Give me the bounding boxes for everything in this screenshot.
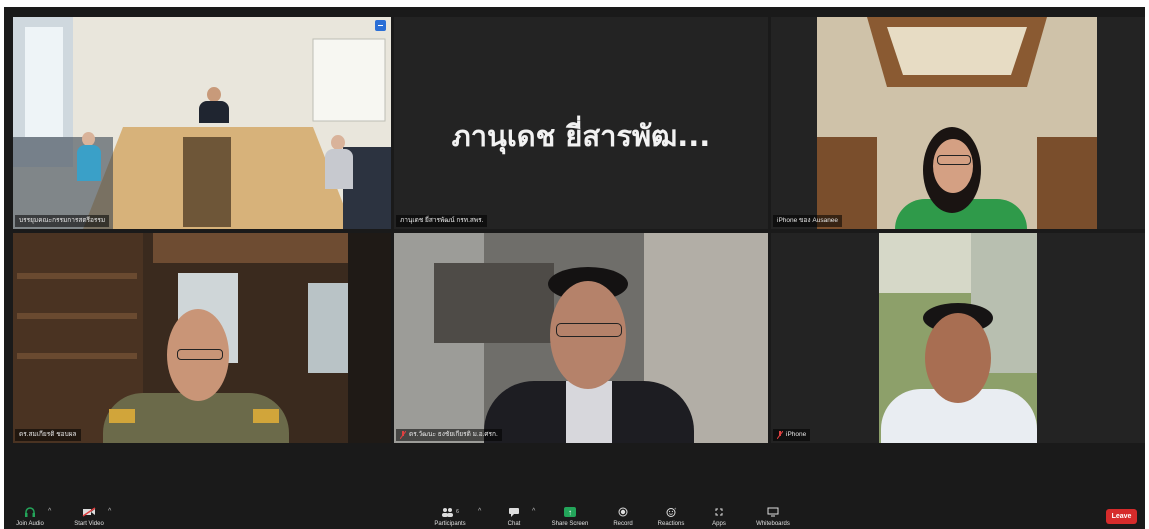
video-tile-name-only[interactable]: ภานุเดช ยี่สารพัฒ... ภานุเดช ยี่สารพัฒน์… (394, 17, 768, 229)
leave-button[interactable]: Leave (1106, 509, 1137, 524)
participant-name-label: ภานุเดช ยี่สารพัฒน์ กรท.สพร. (396, 215, 488, 227)
audio-options-caret-icon[interactable]: ^ (48, 508, 51, 515)
apps-icon (715, 508, 723, 516)
whiteboard-icon (767, 507, 779, 517)
mic-muted-icon (400, 431, 406, 439)
meeting-room-video (13, 17, 391, 229)
participants-icon (442, 508, 454, 517)
participants-count: 6 (456, 509, 459, 515)
join-audio-button[interactable]: Join Audio (4, 505, 60, 529)
tile-options-button[interactable] (375, 20, 386, 31)
apps-button[interactable]: Apps (689, 505, 749, 529)
chat-caret-icon[interactable]: ^ (532, 508, 535, 515)
meeting-toolbar: Join Audio ^ Start Video ^ 6 Participant… (4, 501, 1145, 529)
participant-name-label: iPhone ของ Ausanee (773, 215, 843, 227)
headphones-icon (25, 507, 35, 517)
video-tile-meeting-room[interactable]: บรรยุมคณะกรรมการสตรีอรรม (13, 17, 391, 229)
whiteboards-button[interactable]: Whiteboards (743, 505, 803, 529)
participants-caret-icon[interactable]: ^ (478, 508, 481, 515)
reactions-icon: + (666, 507, 677, 517)
svg-text:+: + (674, 507, 677, 511)
video-tile-officer[interactable]: ดร.สมเกียรติ ชอบผล (13, 233, 391, 443)
share-screen-icon: ↑ (564, 507, 576, 517)
video-tile-suit[interactable]: ดร.วัฒนะ ธงชัยเกียรติ ม.อ.ศรก. (394, 233, 768, 443)
participant-name-label: บรรยุมคณะกรรมการสตรีอรรม (15, 215, 110, 227)
share-screen-button[interactable]: ↑ Share Screen (540, 505, 600, 529)
video-off-icon (82, 507, 96, 517)
participant-name-label: iPhone (773, 429, 811, 441)
chat-icon (509, 508, 519, 517)
record-icon (618, 507, 628, 517)
zoom-meeting-window: บรรยุมคณะกรรมการสตรีอรรม ภานุเดช ยี่สารพ… (4, 7, 1145, 529)
video-options-caret-icon[interactable]: ^ (108, 508, 111, 515)
video-tile-iphone[interactable]: iPhone (771, 233, 1145, 443)
mic-muted-icon (777, 431, 783, 439)
video-tile-ausanee[interactable]: iPhone ของ Ausanee (771, 17, 1145, 229)
participant-name-label: ดร.สมเกียรติ ชอบผล (15, 429, 81, 441)
participants-button[interactable]: 6 Participants (420, 505, 480, 529)
participant-name-label: ดร.วัฒนะ ธงชัยเกียรติ ม.อ.ศรก. (396, 429, 502, 441)
participant-display-name: ภานุเดช ยี่สารพัฒ... (451, 119, 711, 153)
